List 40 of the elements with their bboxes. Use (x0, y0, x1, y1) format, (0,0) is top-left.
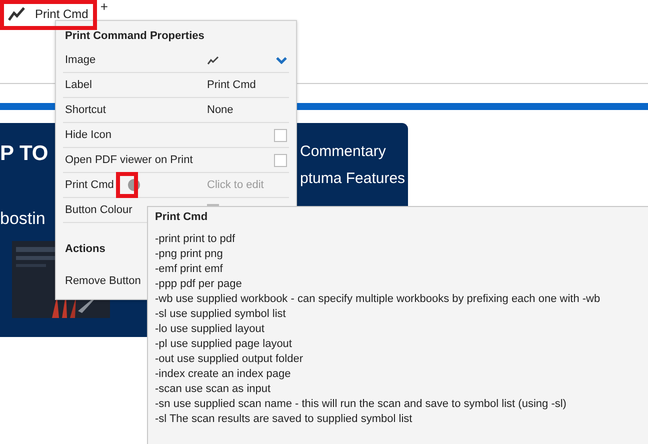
tooltip-line: -sn use supplied scan name - this will run the scan and save to symbol list (using -sl) (155, 397, 568, 412)
property-label: Open PDF viewer on Print (65, 154, 193, 166)
tooltip-line: -wb use supplied workbook - can specify multiple workbooks by prefixing each one with -wb (155, 292, 602, 307)
property-label: Shortcut (65, 104, 106, 116)
actions-heading: Actions (65, 243, 106, 255)
line-chart-icon (207, 56, 219, 64)
checkbox[interactable] (274, 154, 287, 166)
tooltip-line: -scan use scan as input (155, 382, 272, 397)
tooltip-line: -sl The scan results are saved to supplied symbol list (155, 412, 414, 427)
property-label: Hide Icon (65, 129, 112, 141)
info-icon[interactable] (128, 179, 140, 191)
property-label: Button Colour (65, 204, 132, 216)
command-field[interactable]: Click to edit (207, 179, 287, 191)
add-label[interactable]: + (100, 0, 108, 14)
property-label: Label (65, 79, 92, 91)
tooltip-line: -emf print emf (155, 262, 224, 277)
tooltip-line: -lo use supplied layout (155, 322, 266, 337)
property-label: Print Cmd (65, 179, 114, 191)
tooltip-title: Print Cmd (155, 211, 209, 223)
tooltip-line: -ppp pdf per page (155, 277, 243, 292)
banner-heading: P TO (0, 141, 48, 167)
highlight-frame (116, 172, 138, 198)
tooltip-line: -print print to pdf (155, 232, 236, 247)
remove-button-action[interactable]: Remove Button (65, 275, 141, 287)
panel-title: Print Command Properties (64, 29, 206, 44)
print-command-button[interactable]: Print Cmd (8, 7, 88, 21)
tooltip-line: -out use supplied output folder (155, 352, 304, 367)
tooltip-line: -png print png (155, 247, 224, 262)
tooltip-line: -sl use supplied symbol list (155, 307, 287, 322)
chevron-down-icon[interactable] (276, 56, 287, 64)
banner-link[interactable]: Commentary (300, 143, 406, 160)
tooltip-line: -pl use supplied page layout (155, 337, 293, 352)
property-label: Image (65, 54, 96, 66)
property-value: None (207, 104, 234, 116)
property-value: Print Cmd (207, 79, 256, 91)
banner-link[interactable]: ptuma Features (300, 170, 406, 187)
tooltip-line: -index create an index page (155, 367, 292, 382)
banner-subheading: bostin (0, 209, 46, 229)
line-chart-icon (8, 7, 26, 21)
checkbox[interactable] (274, 128, 287, 142)
